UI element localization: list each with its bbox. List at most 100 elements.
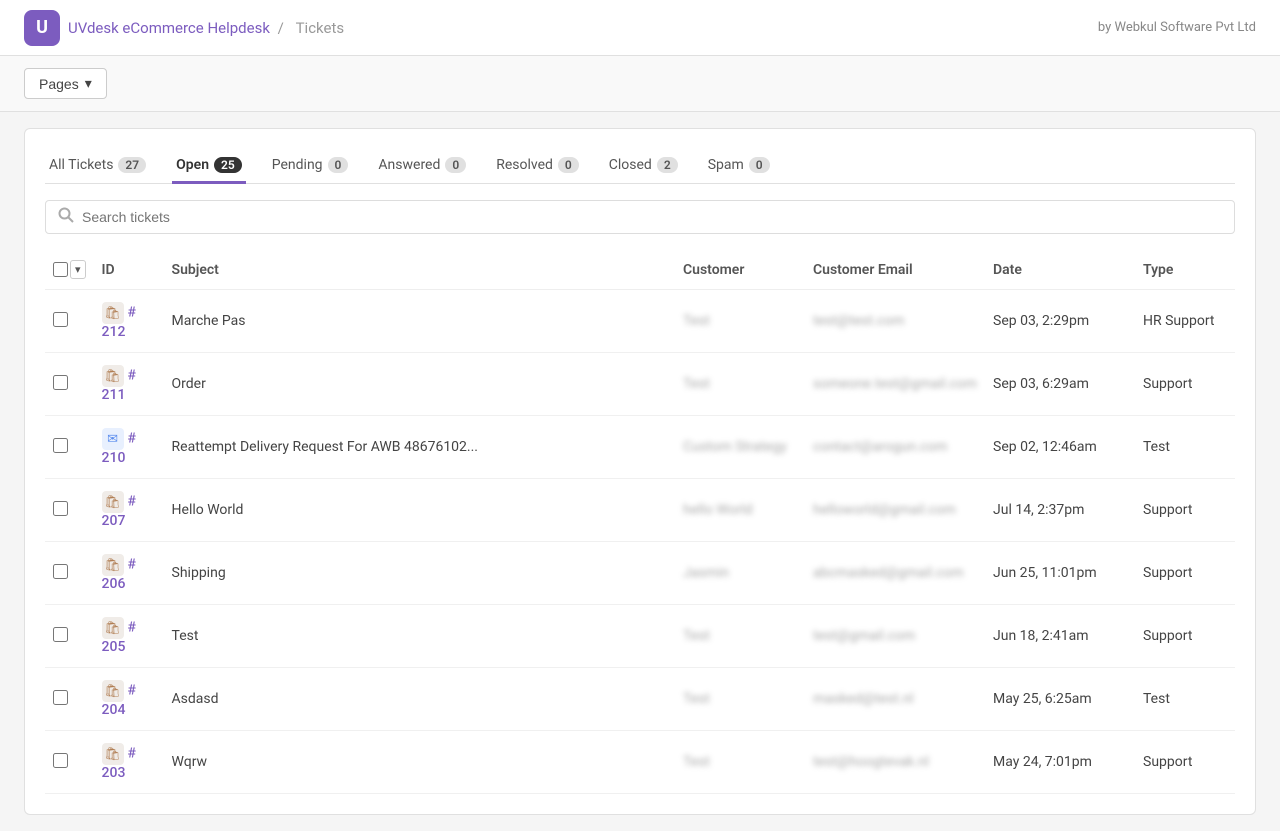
sub-bar: Pages ▾: [0, 56, 1280, 112]
ticket-type: Support: [1135, 479, 1235, 542]
table-row: 🛍# 206ShippingJasminabcmasked@gmail.comJ…: [45, 542, 1235, 605]
pages-button[interactable]: Pages ▾: [24, 68, 107, 99]
row-checkbox-2[interactable]: [53, 438, 68, 453]
row-checkbox-6[interactable]: [53, 690, 68, 705]
table-row: 🛍# 211OrderTestsomeone.test@gmail.comSep…: [45, 353, 1235, 416]
tab-answered[interactable]: Answered0: [374, 149, 470, 184]
ticket-type: Support: [1135, 731, 1235, 794]
col-email: Customer Email: [805, 250, 985, 290]
col-date: Date: [985, 250, 1135, 290]
table-row: 🛍# 203WqrwTesttest@hoogtevak.nlMay 24, 7…: [45, 731, 1235, 794]
ticket-type: Support: [1135, 605, 1235, 668]
ticket-email: masked@test.nl: [805, 668, 985, 731]
app-title: UVdesk eCommerce Helpdesk / Tickets: [68, 19, 348, 37]
logo-letter: U: [36, 17, 48, 38]
search-input[interactable]: [82, 209, 1222, 225]
row-checkbox-0[interactable]: [53, 312, 68, 327]
table-row: 🛍# 207Hello Worldhello Worldhelloworld@g…: [45, 479, 1235, 542]
ticket-date: Sep 03, 6:29am: [985, 353, 1135, 416]
tab-closed[interactable]: Closed 2: [605, 149, 682, 184]
ticket-type: HR Support: [1135, 290, 1235, 353]
ticket-email: contact@arogun.com: [805, 416, 985, 479]
shopify-icon: 🛍: [102, 491, 124, 513]
tabs-bar: All Tickets27Open25Pending0Answered0Reso…: [45, 149, 1235, 184]
app-name-link[interactable]: UVdesk eCommerce Helpdesk: [68, 19, 270, 37]
select-all-header: ▾: [45, 250, 94, 290]
tab-closed-badge: 2: [657, 157, 678, 173]
row-checkbox-4[interactable]: [53, 564, 68, 579]
top-bar: U UVdesk eCommerce Helpdesk / Tickets by…: [0, 0, 1280, 56]
shopify-icon: 🛍: [102, 302, 124, 324]
search-icon: [58, 207, 74, 227]
tab-pending-label: Pending: [272, 157, 323, 173]
table-header-row: ▾ ID Subject Customer Customer Email Dat…: [45, 250, 1235, 290]
row-checkbox-5[interactable]: [53, 627, 68, 642]
ticket-email: abcmasked@gmail.com: [805, 542, 985, 605]
ticket-subject: Order: [164, 353, 675, 416]
pages-dropdown-icon: ▾: [85, 75, 92, 92]
tab-resolved-label: Resolved: [496, 157, 553, 173]
tab-answered-label: Answered: [378, 157, 440, 173]
tab-all[interactable]: All Tickets27: [45, 149, 150, 184]
ticket-type: Support: [1135, 353, 1235, 416]
search-bar: [45, 200, 1235, 234]
table-row: ✉# 210Reattempt Delivery Request For AWB…: [45, 416, 1235, 479]
ticket-date: May 24, 7:01pm: [985, 731, 1135, 794]
tab-resolved[interactable]: Resolved0: [492, 149, 583, 184]
ticket-customer: Test: [675, 731, 805, 794]
top-bar-left: U UVdesk eCommerce Helpdesk / Tickets: [24, 10, 348, 46]
app-logo: U: [24, 10, 60, 46]
ticket-date: Jun 25, 11:01pm: [985, 542, 1135, 605]
tab-open-label: Open: [176, 157, 209, 173]
ticket-subject: Reattempt Delivery Request For AWB 48676…: [164, 416, 675, 479]
ticket-customer: Test: [675, 290, 805, 353]
ticket-subject: Wqrw: [164, 731, 675, 794]
ticket-date: Jun 18, 2:41am: [985, 605, 1135, 668]
tab-closed-label: Closed: [609, 157, 652, 173]
row-checkbox-3[interactable]: [53, 501, 68, 516]
ticket-email: test@test.com: [805, 290, 985, 353]
ticket-subject: Test: [164, 605, 675, 668]
ticket-type: Support: [1135, 542, 1235, 605]
ticket-date: Sep 02, 12:46am: [985, 416, 1135, 479]
ticket-subject: Shipping: [164, 542, 675, 605]
ticket-email: helloworld@gmail.com: [805, 479, 985, 542]
table-row: 🛍# 204AsdasdTestmasked@test.nlMay 25, 6:…: [45, 668, 1235, 731]
email-icon: ✉: [102, 428, 124, 450]
ticket-customer: hello World: [675, 479, 805, 542]
ticket-container: All Tickets27Open25Pending0Answered0Reso…: [24, 128, 1256, 815]
shopify-icon: 🛍: [102, 680, 124, 702]
ticket-subject: Hello World: [164, 479, 675, 542]
ticket-customer: Custom Strategy: [675, 416, 805, 479]
tab-spam-badge: 0: [749, 157, 770, 173]
row-checkbox-1[interactable]: [53, 375, 68, 390]
main-content: All Tickets27Open25Pending0Answered0Reso…: [0, 112, 1280, 831]
ticket-email: test@hoogtevak.nl: [805, 731, 985, 794]
select-all-checkbox[interactable]: [53, 262, 68, 277]
shopify-icon: 🛍: [102, 617, 124, 639]
select-all-dropdown[interactable]: ▾: [70, 260, 86, 279]
shopify-icon: 🛍: [102, 743, 124, 765]
tab-open[interactable]: Open25: [172, 149, 246, 184]
tab-pending[interactable]: Pending0: [268, 149, 353, 184]
row-checkbox-7[interactable]: [53, 753, 68, 768]
col-customer: Customer: [675, 250, 805, 290]
shopify-icon: 🛍: [102, 365, 124, 387]
ticket-subject: Marche Pas: [164, 290, 675, 353]
col-type: Type: [1135, 250, 1235, 290]
ticket-customer: Test: [675, 605, 805, 668]
ticket-date: May 25, 6:25am: [985, 668, 1135, 731]
ticket-subject: Asdasd: [164, 668, 675, 731]
ticket-customer: Jasmin: [675, 542, 805, 605]
tab-spam[interactable]: Spam 0: [704, 149, 774, 184]
tab-spam-label: Spam: [708, 157, 744, 173]
page-title: Tickets: [296, 19, 345, 37]
table-row: 🛍# 205TestTesttest@gmail.comJun 18, 2:41…: [45, 605, 1235, 668]
ticket-customer: Test: [675, 668, 805, 731]
table-row: 🛍# 212Marche PasTesttest@test.comSep 03,…: [45, 290, 1235, 353]
by-text: by Webkul Software Pvt Ltd: [1098, 20, 1256, 35]
tickets-table: ▾ ID Subject Customer Customer Email Dat…: [45, 250, 1235, 794]
breadcrumb-separator: /: [278, 19, 284, 37]
col-subject: Subject: [164, 250, 675, 290]
ticket-type: Test: [1135, 668, 1235, 731]
